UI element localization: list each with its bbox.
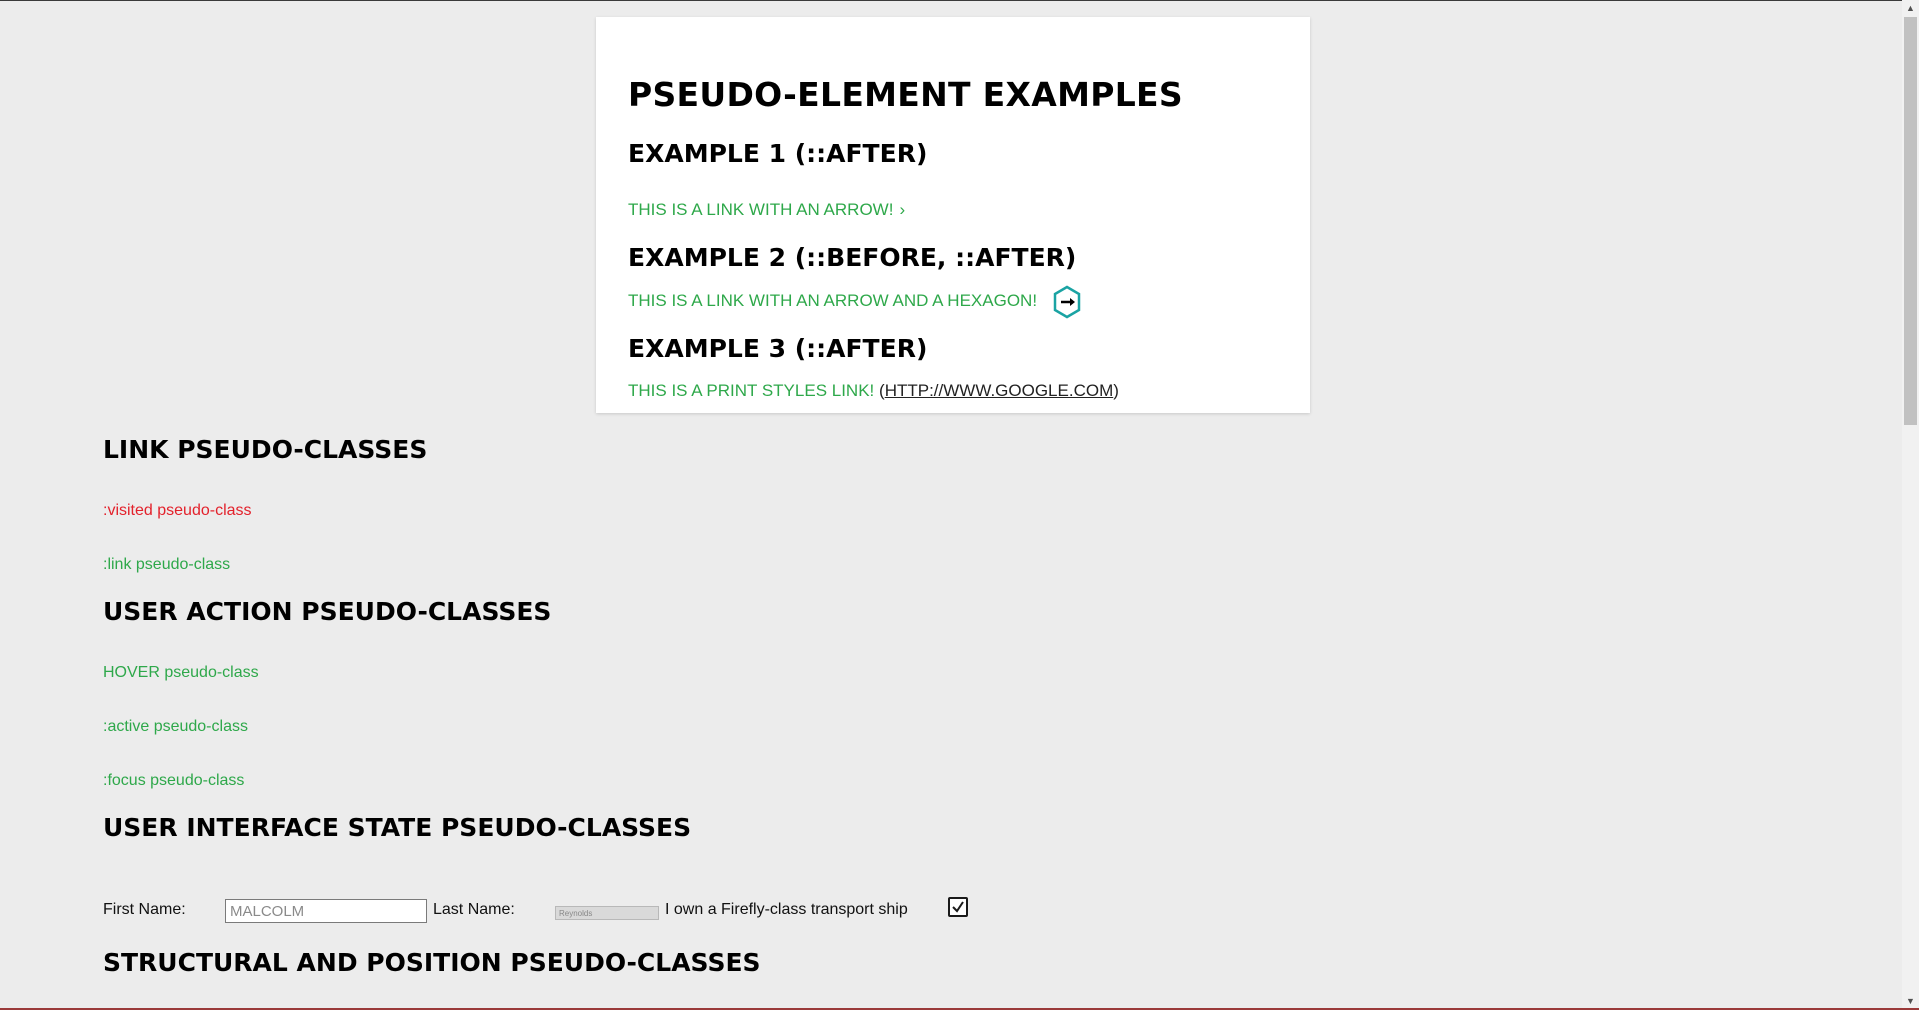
- chevron-up-icon[interactable]: ▲: [1902, 0, 1919, 17]
- print-styles-link-text: THIS IS A PRINT STYLES LINK!: [628, 381, 875, 400]
- first-name-label: First Name:: [103, 901, 186, 918]
- arrow-link[interactable]: THIS IS A LINK WITH AN ARROW! ›: [628, 200, 905, 220]
- firefly-checkbox-label: I own a Firefly-class transport ship: [665, 901, 908, 918]
- example3-heading: EXAMPLE 3 (::AFTER): [628, 334, 928, 363]
- arrow-link-text: THIS IS A LINK WITH AN ARROW!: [628, 200, 894, 219]
- checkmark-icon: [952, 901, 964, 913]
- focus-link[interactable]: :focus pseudo-class: [103, 772, 244, 790]
- vertical-scrollbar[interactable]: ▲ ▼: [1902, 0, 1919, 1010]
- example1-heading: EXAMPLE 1 (::AFTER): [628, 139, 928, 168]
- last-name-input[interactable]: [555, 906, 659, 920]
- hexagon-link[interactable]: THIS IS A LINK WITH AN ARROW AND A HEXAG…: [628, 285, 1081, 319]
- visited-link[interactable]: :visited pseudo-class: [103, 502, 252, 520]
- window-top-border: [0, 0, 1919, 1]
- active-link[interactable]: :active pseudo-class: [103, 718, 248, 736]
- hexagon-link-text: THIS IS A LINK WITH AN ARROW AND A HEXAG…: [628, 291, 1038, 310]
- first-name-input[interactable]: [225, 899, 427, 923]
- print-url-close: ): [1113, 381, 1119, 400]
- last-name-label: Last Name:: [433, 901, 515, 918]
- print-url: HTTP://WWW.GOOGLE.COM: [884, 381, 1114, 400]
- firefly-checkbox[interactable]: [948, 897, 968, 917]
- scroll-thumb[interactable]: [1904, 17, 1917, 425]
- link-pseudo-classes-heading: LINK PSEUDO-CLASSES: [103, 435, 428, 464]
- user-action-heading: USER ACTION PSEUDO-CLASSES: [103, 597, 552, 626]
- pseudo-element-card: PSEUDO-ELEMENT EXAMPLES EXAMPLE 1 (::AFT…: [596, 17, 1310, 413]
- arrow-after-icon: ›: [899, 200, 906, 219]
- hover-link[interactable]: HOVER pseudo-class: [103, 664, 259, 682]
- ui-state-heading: USER INTERFACE STATE PSEUDO-CLASSES: [103, 813, 692, 842]
- link-link[interactable]: :link pseudo-class: [103, 556, 230, 574]
- print-styles-link[interactable]: THIS IS A PRINT STYLES LINK! (HTTP://WWW…: [628, 381, 1119, 401]
- hexagon-arrow-icon: [1053, 285, 1081, 319]
- structural-heading: STRUCTURAL AND POSITION PSEUDO-CLASSES: [103, 948, 761, 977]
- example2-heading: EXAMPLE 2 (::BEFORE, ::AFTER): [628, 243, 1077, 272]
- card-title: PSEUDO-ELEMENT EXAMPLES: [628, 75, 1183, 114]
